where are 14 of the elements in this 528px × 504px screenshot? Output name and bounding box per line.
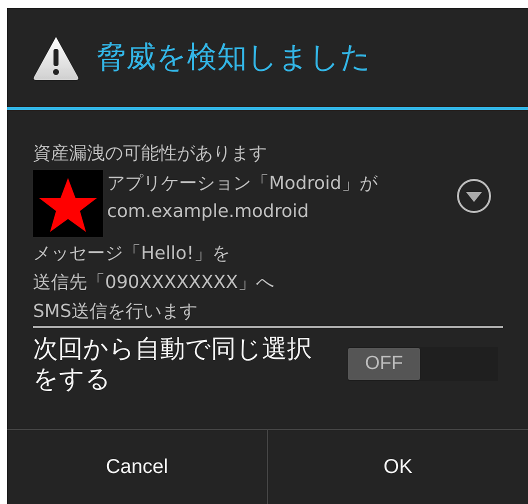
- toggle-switch[interactable]: OFF: [348, 347, 498, 381]
- remember-label: 次回から自動で同じ選択をする: [33, 334, 313, 394]
- dialog-button[interactable]: OK: [267, 430, 528, 504]
- toggle-thumb: OFF: [348, 348, 420, 380]
- message-line: 送信先「090XXXXXXXX」へ: [33, 271, 274, 295]
- risk-text: 資産漏洩の可能性があります: [33, 142, 268, 166]
- warning-icon: [32, 34, 80, 80]
- dialog-button[interactable]: Cancel: [7, 430, 267, 504]
- expand-icon[interactable]: [456, 178, 492, 214]
- app-description: アプリケーション「Modroid」が: [107, 172, 379, 196]
- message-line: SMS送信を行います: [33, 300, 198, 324]
- package-name: com.example.modroid: [107, 200, 310, 224]
- dialog-title: 脅威を検知しました: [96, 39, 371, 77]
- message-line: メッセージ「Hello!」を: [33, 242, 230, 266]
